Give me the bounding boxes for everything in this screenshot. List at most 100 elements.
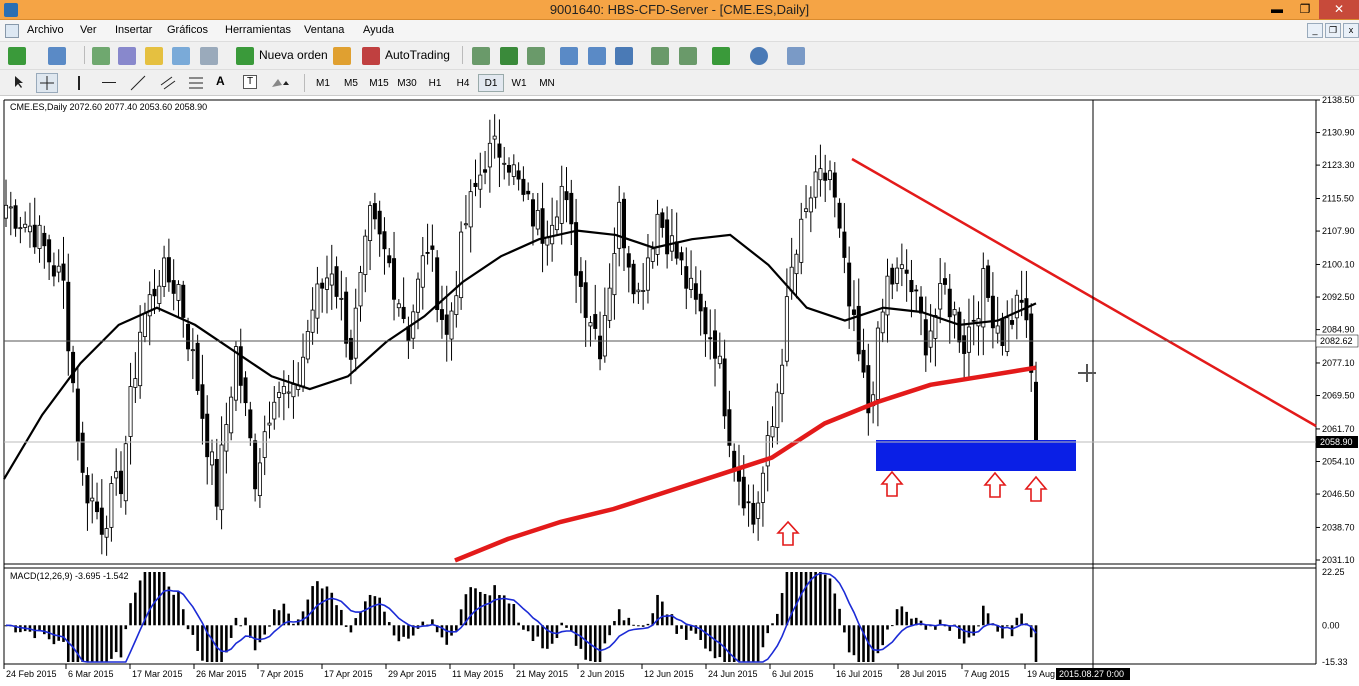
macd-bar	[359, 612, 362, 626]
timeframe-h4[interactable]: H4	[450, 74, 476, 92]
macd-bar	[637, 625, 640, 627]
candle	[195, 334, 200, 395]
price-chart[interactable]: CME.ES,Daily 2072.60 2077.40 2053.60 205…	[0, 96, 1359, 686]
terminal-icon[interactable]	[172, 47, 190, 65]
chart-shift-icon[interactable]	[651, 47, 669, 65]
macd-bar	[134, 592, 137, 626]
macd-bar	[320, 588, 324, 626]
new-order-button[interactable]: Nueva orden	[259, 48, 328, 62]
autotrading-icon[interactable]	[362, 47, 380, 65]
macd-bar	[153, 572, 156, 626]
price-tick-label: 2123.30	[1322, 160, 1355, 170]
price-tick-label: 2107.90	[1322, 226, 1355, 236]
market-watch-icon[interactable]	[92, 47, 110, 65]
macd-bar	[823, 574, 827, 626]
macd-bar	[220, 625, 223, 662]
macd-bar	[105, 625, 108, 662]
new-chart-icon[interactable]	[8, 47, 26, 65]
macd-bar	[718, 625, 722, 658]
macd-bar	[1010, 625, 1014, 637]
close-button[interactable]: ✕	[1319, 0, 1359, 19]
cursor-icon[interactable]	[12, 75, 26, 89]
timeframe-m30[interactable]: M30	[394, 74, 420, 92]
chart-window-icon[interactable]	[5, 24, 19, 38]
date-tick-label: 12 Jun 2015	[644, 669, 694, 679]
price-tick-label: 2069.50	[1322, 391, 1355, 401]
macd-bar	[354, 618, 358, 626]
trendline-icon[interactable]	[130, 75, 146, 91]
minimize-button[interactable]: ▬	[1263, 0, 1291, 19]
macd-bar	[723, 625, 726, 662]
navigator-icon[interactable]	[118, 47, 136, 65]
timeframe-w1[interactable]: W1	[506, 74, 532, 92]
macd-bar	[373, 596, 377, 626]
macd-tick-label: 22.25	[1322, 567, 1345, 577]
periods-icon[interactable]	[750, 47, 768, 65]
macd-bar	[392, 625, 396, 636]
timeframe-m5[interactable]: M5	[338, 74, 364, 92]
profiles-icon[interactable]	[48, 47, 66, 65]
shapes-icon[interactable]	[270, 75, 292, 91]
menu-graficos[interactable]: Gráficos	[167, 24, 208, 36]
macd-bar	[838, 608, 841, 626]
auto-scroll-icon[interactable]	[679, 47, 697, 65]
macd-bar	[459, 609, 463, 626]
menu-herramientas[interactable]: Herramientas	[225, 24, 291, 36]
menu-ver[interactable]: Ver	[80, 24, 97, 36]
channel-icon[interactable]	[160, 75, 176, 91]
fibonacci-icon[interactable]	[188, 75, 204, 91]
macd-bar	[181, 609, 185, 626]
templates-icon[interactable]	[787, 47, 805, 65]
vertical-line-icon[interactable]	[78, 76, 80, 90]
maximize-button[interactable]: ❐	[1291, 0, 1319, 19]
macd-bar	[1015, 617, 1019, 626]
zoom-in-icon[interactable]	[560, 47, 578, 65]
macd-bar	[325, 586, 329, 626]
macd-bar	[905, 611, 908, 626]
crosshair-icon[interactable]	[36, 73, 58, 93]
timeframe-m1[interactable]: M1	[310, 74, 336, 92]
timeframe-m15[interactable]: M15	[366, 74, 392, 92]
macd-bar	[713, 625, 717, 659]
timeframe-h1[interactable]: H1	[422, 74, 448, 92]
macd-bar	[272, 609, 276, 626]
new-order-icon[interactable]	[236, 47, 254, 65]
date-tick-label: 6 Jul 2015	[772, 669, 814, 679]
mdi-close-button[interactable]: x	[1343, 23, 1359, 38]
menu-ayuda[interactable]: Ayuda	[363, 24, 394, 36]
tile-windows-icon[interactable]	[615, 47, 633, 65]
macd-tick-label: 0.00	[1322, 620, 1340, 630]
strategy-tester-icon[interactable]	[200, 47, 218, 65]
horizontal-line-icon[interactable]	[102, 82, 116, 83]
line-chart-icon[interactable]	[527, 47, 545, 65]
menu-archivo[interactable]: Archivo	[27, 24, 64, 36]
mdi-restore-button[interactable]: ❐	[1325, 23, 1341, 38]
text-label-icon[interactable]: T	[243, 75, 257, 89]
autotrading-button[interactable]: AutoTrading	[385, 48, 450, 62]
timeframe-mn[interactable]: MN	[534, 74, 560, 92]
macd-bar	[972, 625, 976, 636]
meta-editor-icon[interactable]	[333, 47, 351, 65]
chart-window[interactable]: CME.ES,Daily 2072.60 2077.40 2053.60 205…	[0, 96, 1359, 686]
macd-bar	[469, 587, 472, 626]
indicators-icon[interactable]	[712, 47, 730, 65]
data-window-icon[interactable]	[145, 47, 163, 65]
text-icon[interactable]: A	[216, 74, 225, 88]
support-zone-rectangle[interactable]	[876, 440, 1076, 471]
price-tick-label: 2100.10	[1322, 259, 1355, 269]
macd-bar	[603, 625, 607, 644]
candlestick-icon[interactable]	[500, 47, 518, 65]
price-tick-label: 2138.50	[1322, 96, 1355, 105]
menu-insertar[interactable]: Insertar	[115, 24, 152, 36]
menu-ventana[interactable]: Ventana	[304, 24, 344, 36]
macd-bar	[172, 594, 175, 626]
bar-chart-icon[interactable]	[472, 47, 490, 65]
macd-bar	[86, 625, 89, 662]
macd-bar	[646, 623, 650, 626]
timeframe-d1[interactable]: D1	[478, 74, 504, 92]
macd-bar	[766, 625, 770, 634]
zoom-out-icon[interactable]	[588, 47, 606, 65]
macd-bar	[493, 585, 496, 626]
price-tick-label: 2130.90	[1322, 128, 1355, 138]
mdi-minimize-button[interactable]: _	[1307, 23, 1323, 38]
